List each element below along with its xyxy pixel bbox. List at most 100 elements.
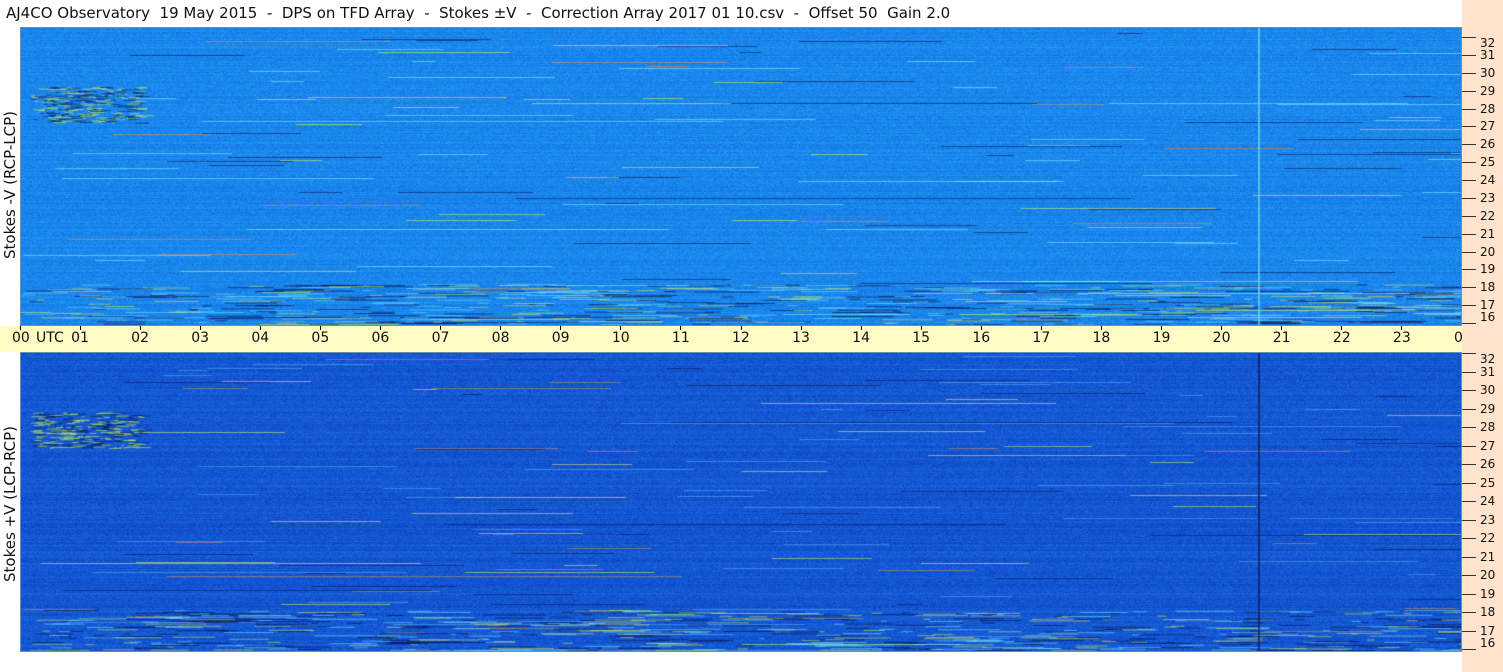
time-tick-label: 18 xyxy=(1092,330,1111,346)
time-tick-label: 13 xyxy=(792,330,810,346)
freq-tick-label: 26 xyxy=(1480,137,1496,152)
freq-tick xyxy=(1462,162,1476,163)
freq-tick xyxy=(1462,216,1476,217)
freq-tick xyxy=(1462,501,1476,502)
freq-tick-label: 17 xyxy=(1480,623,1496,638)
time-tick-label: 15 xyxy=(912,330,931,346)
freq-tick-label: 21 xyxy=(1480,549,1496,564)
freq-tick xyxy=(1462,55,1476,56)
time-tick-label: 09 xyxy=(551,330,570,346)
freq-tick xyxy=(1462,520,1476,521)
freq-tick-label: 26 xyxy=(1480,457,1496,471)
top-spectrogram xyxy=(20,27,1462,326)
freq-tick xyxy=(1462,180,1476,181)
time-tick-label: 08 xyxy=(491,330,510,346)
time-tick-label: 03 xyxy=(191,330,210,346)
freq-tick-label: 25 xyxy=(1480,475,1496,490)
freq-tick-label: 29 xyxy=(1480,401,1496,416)
freq-tick-label: 19 xyxy=(1480,262,1496,277)
freq-tick xyxy=(1462,427,1476,428)
freq-tick-label: 29 xyxy=(1480,83,1496,98)
freq-tick xyxy=(1462,409,1476,410)
freq-tick xyxy=(1462,198,1476,199)
freq-tick-label: 16 xyxy=(1480,310,1496,324)
freq-tick xyxy=(1462,390,1476,391)
freq-tick-label: 20 xyxy=(1480,244,1496,259)
time-tick-label: 07 xyxy=(431,330,450,346)
time-tick-label: 22 xyxy=(1332,330,1351,346)
bottom-spectrogram xyxy=(20,352,1462,652)
freq-tick xyxy=(1462,305,1476,306)
freq-tick xyxy=(1462,372,1476,373)
time-tick-label: 14 xyxy=(852,330,870,346)
time-axis: 00 01 02 03 04 05 06 07 08 09 10 11 12 13 14 15 16 17 18 19… xyxy=(0,326,1503,352)
time-tick-label: 19 xyxy=(1152,330,1171,346)
bottom-spectrogram-canvas xyxy=(20,352,1462,652)
freq-tick xyxy=(1462,323,1476,324)
time-tick-label: 20 xyxy=(1212,330,1231,346)
freq-tick-label: 31 xyxy=(1480,47,1496,62)
freq-tick-label: 27 xyxy=(1480,438,1496,453)
time-tick-label: 05 xyxy=(311,330,330,346)
freq-tick xyxy=(1462,353,1476,354)
freq-tick xyxy=(1462,631,1476,632)
freq-tick-label: 16 xyxy=(1480,636,1496,650)
time-tick-label: 10 xyxy=(611,330,630,346)
freq-tick-label: 28 xyxy=(1480,101,1496,116)
freq-tick-label: 30 xyxy=(1480,383,1496,397)
time-tick-label: 01 xyxy=(71,330,89,346)
freq-tick-label: 22 xyxy=(1480,208,1496,223)
freq-tick-label: 32 xyxy=(1480,352,1496,366)
freq-tick-label: 18 xyxy=(1480,280,1496,295)
time-tick-label: 11 xyxy=(671,330,690,346)
title-bar: AJ4CO Observatory 19 May 2015 - DPS on T… xyxy=(0,0,1462,27)
time-tick-label: 12 xyxy=(732,330,750,346)
freq-tick xyxy=(1462,252,1476,253)
freq-tick xyxy=(1462,446,1476,447)
freq-tick-label: 28 xyxy=(1480,420,1496,434)
bottom-panel-ylabel: Stokes +V (LCP-RCP) xyxy=(1,426,19,582)
freq-tick xyxy=(1462,109,1476,110)
time-tick-label: 02 xyxy=(131,330,149,346)
top-spectrogram-canvas xyxy=(20,27,1462,326)
time-tick-label: 06 xyxy=(371,330,390,346)
freq-tick xyxy=(1462,483,1476,484)
freq-tick-label: 30 xyxy=(1480,65,1496,80)
freq-tick-label: 24 xyxy=(1480,494,1496,508)
chart-title: AJ4CO Observatory 19 May 2015 - DPS on T… xyxy=(6,4,951,22)
time-tick-label: 00 xyxy=(12,330,30,346)
freq-tick xyxy=(1462,37,1476,38)
freq-tick xyxy=(1462,538,1476,539)
freq-tick xyxy=(1462,612,1476,613)
freq-tick-label: 19 xyxy=(1480,586,1496,601)
freq-tick-label: 23 xyxy=(1480,190,1496,205)
freq-tick-label: 22 xyxy=(1480,531,1496,545)
time-tick-label: 21 xyxy=(1272,330,1291,346)
freq-tick xyxy=(1462,575,1476,576)
freq-tick xyxy=(1462,126,1476,127)
freq-tick-label: 24 xyxy=(1480,173,1496,187)
freq-tick-label: 25 xyxy=(1480,155,1496,170)
freq-tick xyxy=(1462,234,1476,235)
utc-label: UTC xyxy=(36,330,64,346)
freq-tick-label: 27 xyxy=(1480,119,1496,134)
freq-tick-label: 21 xyxy=(1480,226,1496,241)
freq-tick xyxy=(1462,557,1476,558)
top-panel-ylabel: Stokes -V (RCP-LCP) xyxy=(1,111,19,259)
freq-tick xyxy=(1462,464,1476,465)
time-tick-label: 23 xyxy=(1392,330,1411,346)
time-tick-label: 04 xyxy=(251,330,270,346)
freq-tick xyxy=(1462,649,1476,650)
freq-tick xyxy=(1462,91,1476,92)
freq-tick xyxy=(1462,594,1476,595)
freq-tick-label: 20 xyxy=(1480,568,1496,582)
freq-tick xyxy=(1462,269,1476,270)
freq-tick-label: 23 xyxy=(1480,512,1496,527)
freq-tick xyxy=(1462,144,1476,145)
time-tick-label: 16 xyxy=(972,330,991,346)
freq-tick-label: 18 xyxy=(1480,605,1496,619)
time-tick-label: 17 xyxy=(1032,330,1051,346)
freq-tick xyxy=(1462,287,1476,288)
freq-tick-label: 31 xyxy=(1480,364,1496,379)
freq-tick xyxy=(1462,73,1476,74)
